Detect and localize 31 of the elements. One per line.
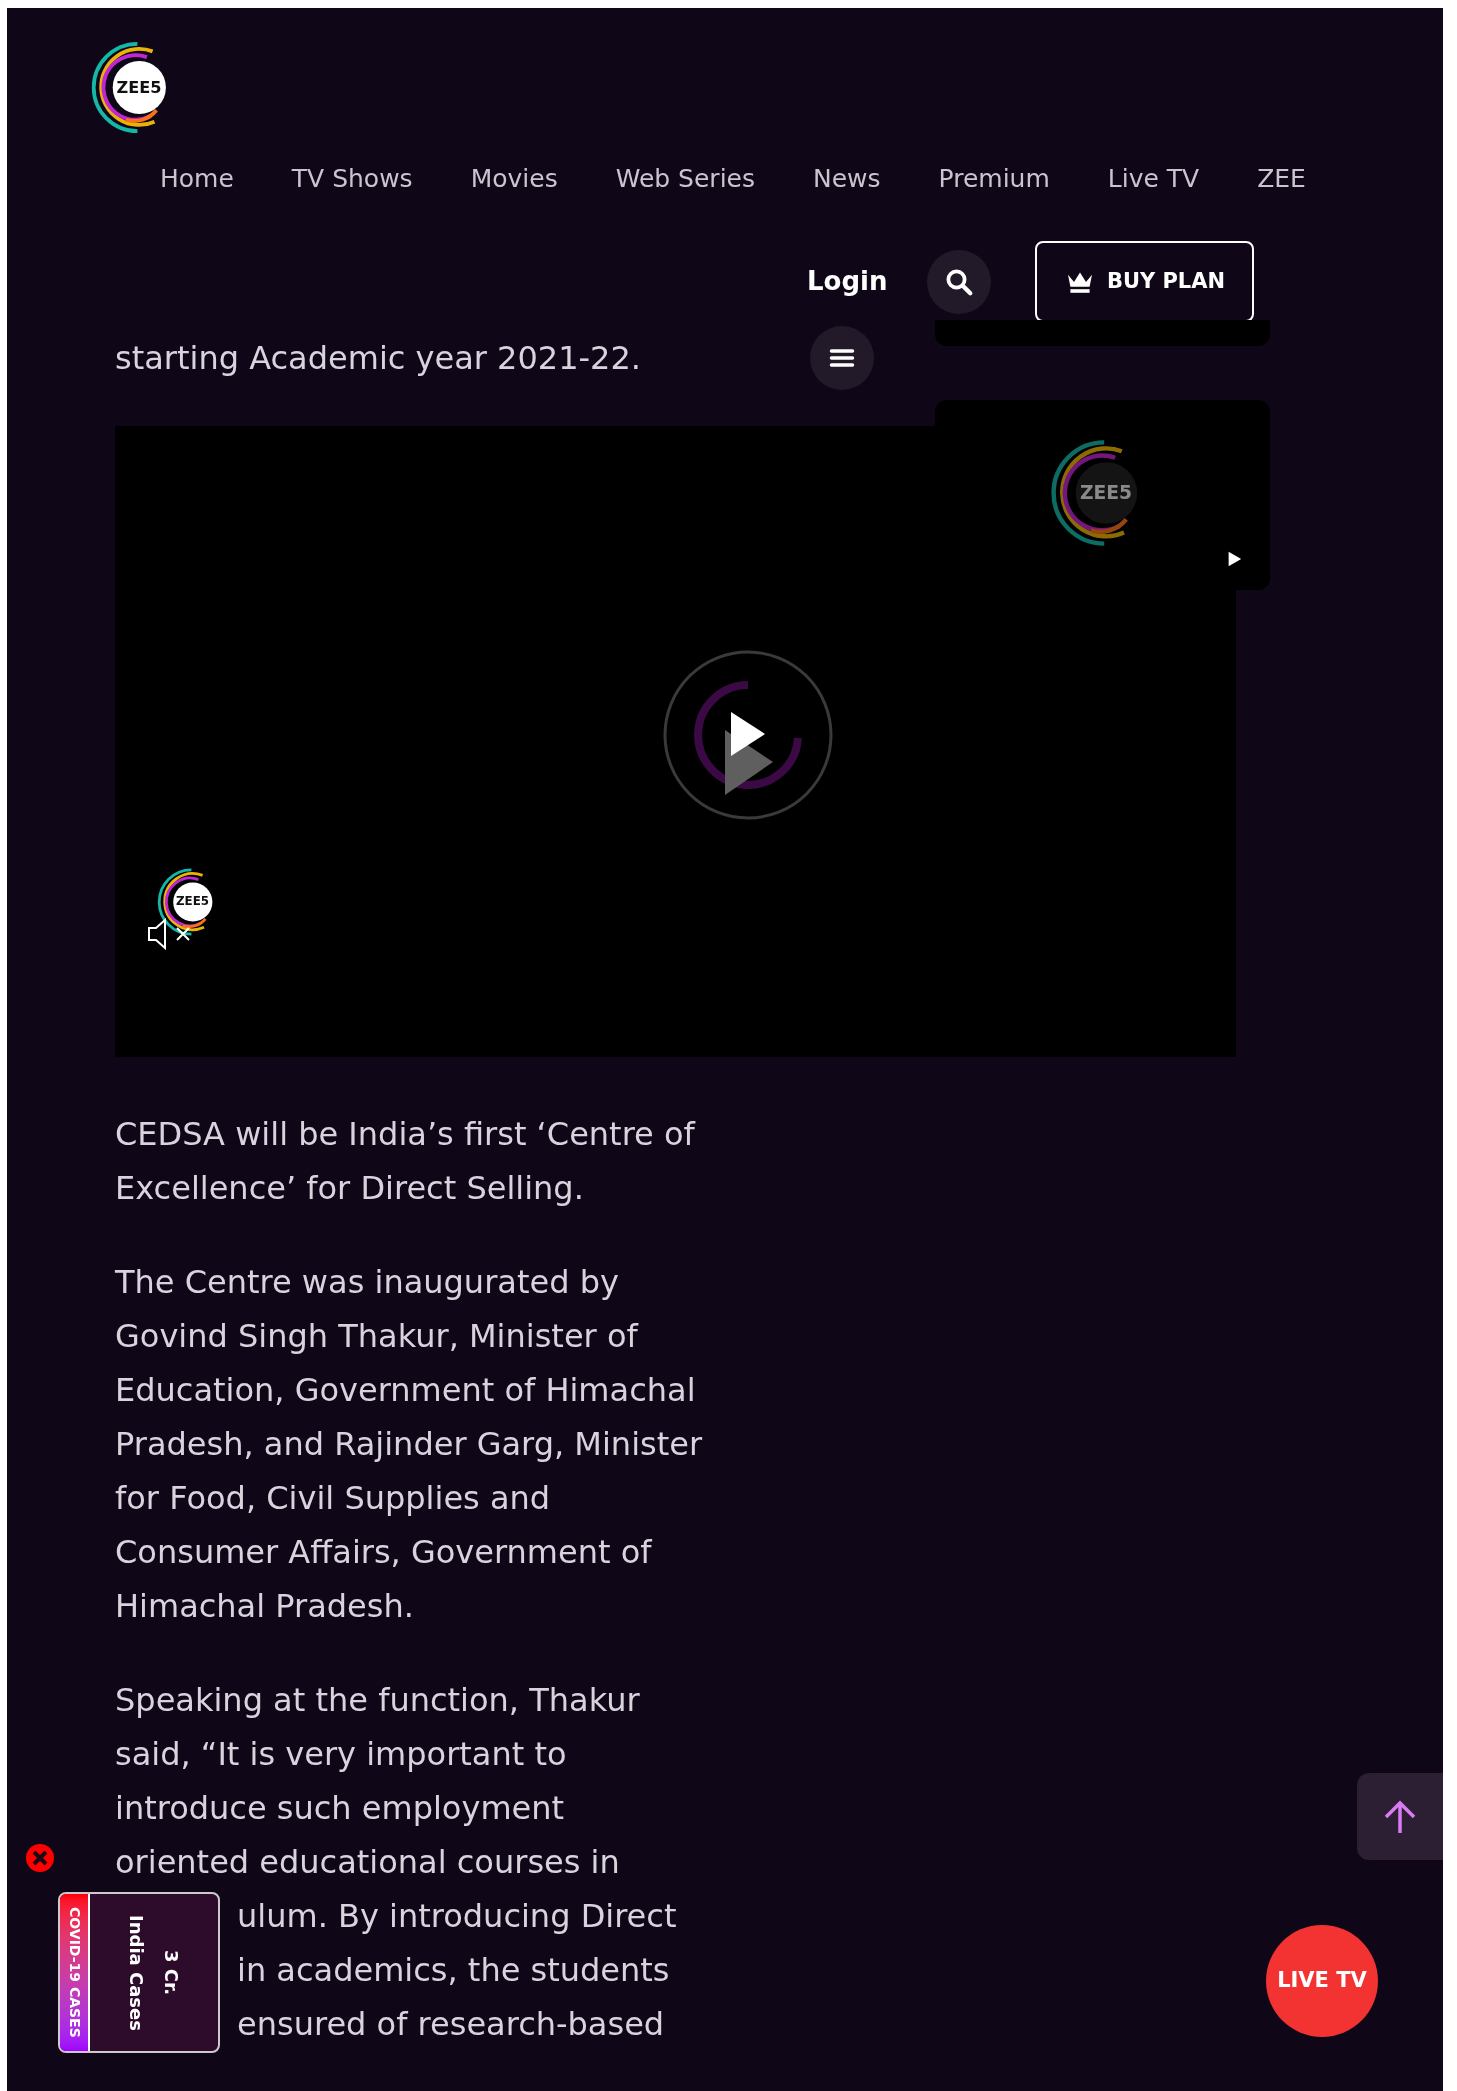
article-text-line: ensured of research-based (237, 2004, 665, 2045)
article-paragraph: The Centre was inaugurated by Govind Singh Thakur, Minister of Education, Government of Himachal Pradesh, and Rajinder Garg, Minister for Food, Civil Supplies and Consumer Affairs, Government of Himachal Pradesh. (115, 1262, 704, 1627)
article-text-line: ulum. By introducing Direct (237, 1896, 677, 1937)
nav-link[interactable]: Live TV (1107, 161, 1200, 197)
article-text: starting Academic year 2021-22. (115, 338, 642, 379)
article-text-line: said, “It is very important to (115, 1734, 567, 1775)
article-text-line: Speaking at the function, Thakur (115, 1680, 640, 1721)
article-text-line: in academics, the students (237, 1950, 670, 1991)
logo-text: ZEE5 (1080, 484, 1133, 503)
live-tv-button[interactable]: LIVE TV (1266, 1925, 1378, 2037)
nav-link[interactable]: Web Series (615, 161, 755, 197)
covid-label: India Cases (125, 1914, 148, 2031)
article-text-line: oriented educational courses in (115, 1842, 620, 1883)
nav-link[interactable]: Home (160, 161, 234, 197)
nav-link[interactable]: ZEE (1257, 161, 1306, 197)
covid-title: COVID-19 CASES (65, 1907, 84, 2038)
nav-link[interactable]: Movies (470, 161, 558, 197)
covid-widget[interactable]: COVID-19 CASES 3 Cr. India Cases (58, 1892, 220, 2053)
logo-text: ZEE5 (116, 79, 162, 97)
play-button-icon[interactable] (663, 650, 833, 820)
scroll-top-button[interactable] (1357, 1773, 1443, 1860)
nav-link[interactable]: TV Shows (291, 161, 413, 197)
article-paragraph: CEDSA will be India’s first ‘Centre of Excellence’ for Direct Selling. (115, 1114, 697, 1209)
nav-link[interactable]: Premium (938, 161, 1050, 197)
logo-text: ZEE5 (176, 896, 210, 909)
article-text-line: introduce such employment (115, 1788, 565, 1829)
video-card[interactable]: ZEE5 (935, 400, 1270, 590)
login-link[interactable]: Login (807, 262, 888, 301)
covid-count: 3 Cr. (160, 1949, 183, 1996)
close-icon[interactable] (25, 1843, 55, 1873)
nav-link[interactable]: News (813, 161, 881, 197)
